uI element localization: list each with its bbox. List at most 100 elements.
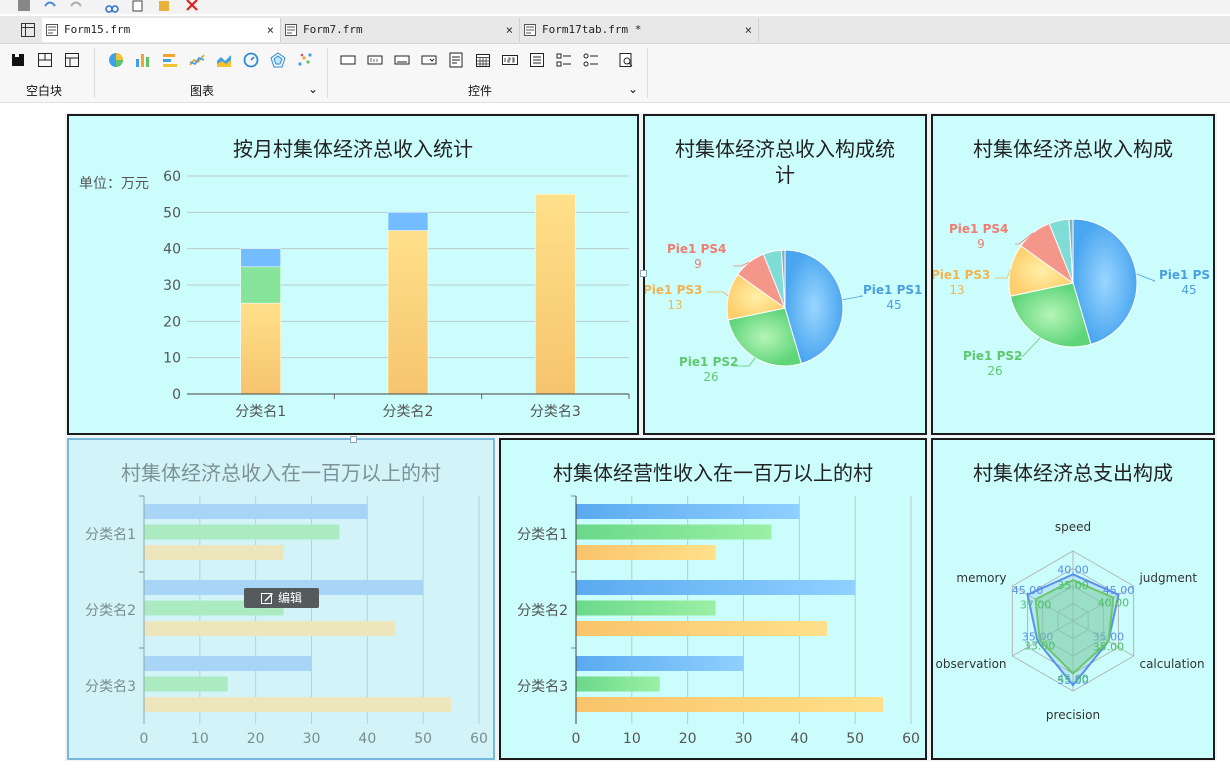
- bar[interactable]: [576, 545, 716, 560]
- line-chart-icon[interactable]: [189, 52, 205, 68]
- pie-slice-label: Pie1 PS3: [645, 283, 702, 297]
- cut-icon[interactable]: [104, 0, 120, 13]
- bar[interactable]: [144, 524, 340, 540]
- radar-chart-icon[interactable]: [270, 52, 286, 68]
- edit-button[interactable]: 编辑: [244, 588, 319, 608]
- bar[interactable]: [387, 212, 429, 231]
- bar[interactable]: [576, 600, 716, 616]
- tab-form7[interactable]: Form7.frm ×: [281, 18, 520, 42]
- chevron-down-icon[interactable]: ⌄: [308, 82, 318, 96]
- bar[interactable]: [576, 580, 856, 595]
- resize-handle[interactable]: [640, 270, 647, 277]
- chart-panel-monthly-income[interactable]: 按月村集体经济总收入统计 单位：万元 0 10 20 30 40 50 60 分类名1 分类名2 分类…: [67, 114, 639, 435]
- bar[interactable]: [144, 656, 312, 671]
- chart-panel-income-composition[interactable]: 村集体经济总收入构成 Pie1 PS 45 Pie1 PS2 26 Pie1 PS3 13 P…: [931, 114, 1215, 435]
- radar-value-label: 35.00: [1057, 579, 1089, 592]
- x-tick-label: 20: [247, 731, 265, 747]
- scatter-chart-icon[interactable]: [297, 52, 313, 68]
- gauge-chart-icon[interactable]: [243, 52, 259, 68]
- bar[interactable]: [535, 193, 576, 395]
- radar-value-label: 40.00: [1098, 597, 1130, 610]
- bar[interactable]: [240, 266, 281, 304]
- copy-icon[interactable]: [130, 0, 146, 13]
- chart-svg: 村集体经济总收入构成统计 Pie1 PS145 Pie1 PS226 Pie1 PS3…: [645, 137, 922, 384]
- pie-slice-label: Pie1 PS4: [667, 242, 726, 256]
- checkbox-list-icon[interactable]: [556, 52, 572, 68]
- chart-panel-operating-income-over-million[interactable]: 村集体经营性收入在一百万以上的村 0 10 20 30 40 50 60 分类名1 分类名2 分类名…: [499, 438, 927, 760]
- ribbon: 空白块 图表 ⌄ 控件 ⌄: [0, 44, 1230, 103]
- y-category-label: 分类名3: [517, 679, 568, 695]
- group-divider: [327, 48, 328, 98]
- resize-handle[interactable]: [350, 436, 357, 443]
- radar-value-label: 40.00: [1057, 563, 1089, 576]
- radar-axis-label: observation: [936, 657, 1007, 671]
- form-control-icon[interactable]: [448, 52, 464, 68]
- chart-panel-expenditure-composition[interactable]: 村集体经济总支出构成 speed judgment calculation precis…: [931, 438, 1215, 760]
- pie-slice-value: 45: [1181, 283, 1196, 297]
- chart-title: 村集体经济总收入在一百万以上的村: [121, 461, 441, 485]
- paste-icon[interactable]: [156, 0, 172, 13]
- bar-chart-icon[interactable]: [135, 52, 151, 68]
- chart-svg: 按月村集体经济总收入统计单位：万元 0 10 20 30 40 50 60 分类名1 分类名2 分类…: [79, 137, 630, 420]
- textbox-icon[interactable]: [394, 52, 410, 68]
- bar[interactable]: [240, 248, 281, 268]
- delete-icon[interactable]: [184, 0, 200, 13]
- close-icon[interactable]: ×: [745, 18, 752, 42]
- bar[interactable]: [144, 504, 368, 519]
- bar[interactable]: [144, 621, 396, 636]
- undo-icon[interactable]: [42, 0, 58, 13]
- radar-value-label: 45.00: [1057, 673, 1089, 686]
- split-horizontal-icon[interactable]: [64, 52, 80, 68]
- design-canvas[interactable]: 按月村集体经济总收入统计 单位：万元 0 10 20 30 40 50 60 分类名1 分类名2 分类…: [0, 103, 1230, 783]
- number-input-icon[interactable]: [502, 52, 518, 68]
- group-label-blank: 空白块: [26, 84, 63, 98]
- save-icon[interactable]: [16, 0, 32, 13]
- pie-slice-label: Pie1 PS1: [863, 283, 922, 297]
- y-tick-label: 30: [163, 278, 181, 294]
- radar-series[interactable]: [1034, 579, 1115, 675]
- bar[interactable]: [144, 545, 284, 560]
- tab-label: Form15.frm: [64, 23, 131, 36]
- tab-form15[interactable]: Form15.frm ×: [42, 18, 281, 42]
- area-chart-icon[interactable]: [216, 52, 232, 68]
- label-control-icon[interactable]: [340, 52, 356, 68]
- pie-slice-value: 45: [886, 298, 901, 312]
- close-icon[interactable]: ×: [506, 18, 513, 42]
- horizontal-bar-icon[interactable]: [162, 52, 178, 68]
- radar-value-label: 35.00: [1093, 640, 1125, 653]
- chart-title: 村集体经济总支出构成: [973, 461, 1173, 485]
- bar[interactable]: [576, 697, 884, 712]
- radar-value-label: 33.00: [1024, 639, 1055, 652]
- bar[interactable]: [240, 302, 281, 395]
- bar[interactable]: [576, 621, 828, 636]
- group-divider: [94, 48, 95, 98]
- bar[interactable]: [576, 504, 800, 519]
- blank-block-icon[interactable]: [10, 52, 26, 68]
- close-icon[interactable]: ×: [267, 18, 274, 42]
- bar[interactable]: [144, 697, 452, 712]
- text-label-icon[interactable]: [367, 52, 383, 68]
- redo-icon[interactable]: [68, 0, 84, 13]
- chart-panel-income-composition-stats[interactable]: 村集体经济总收入构成统计 Pie1 PS1 45 Pie1 PS2 26 Pie1 PS3…: [643, 114, 927, 435]
- bar[interactable]: [576, 656, 744, 671]
- tab-form17tab[interactable]: Form17tab.frm * ×: [520, 18, 759, 42]
- bar[interactable]: [144, 676, 228, 692]
- x-tick-label: 0: [140, 731, 149, 747]
- textarea-icon[interactable]: [529, 52, 545, 68]
- bar[interactable]: [576, 524, 772, 540]
- pie-slice-label: Pie1 PS3: [933, 268, 990, 282]
- split-vertical-icon[interactable]: [37, 52, 53, 68]
- bar[interactable]: [387, 230, 429, 395]
- unit-label: 单位：万元: [79, 176, 149, 192]
- chevron-down-icon[interactable]: ⌄: [628, 82, 638, 96]
- radio-list-icon[interactable]: [583, 52, 599, 68]
- bar[interactable]: [576, 676, 660, 692]
- dropdown-control-icon[interactable]: [421, 52, 437, 68]
- grid-layout-icon[interactable]: [20, 22, 36, 38]
- pie-chart-icon[interactable]: [108, 52, 124, 68]
- calendar-icon[interactable]: [475, 52, 491, 68]
- preview-icon[interactable]: [618, 52, 634, 68]
- pie-leader-line: [842, 295, 864, 301]
- x-tick-label: 10: [623, 731, 641, 747]
- x-tick-label: 30: [735, 731, 753, 747]
